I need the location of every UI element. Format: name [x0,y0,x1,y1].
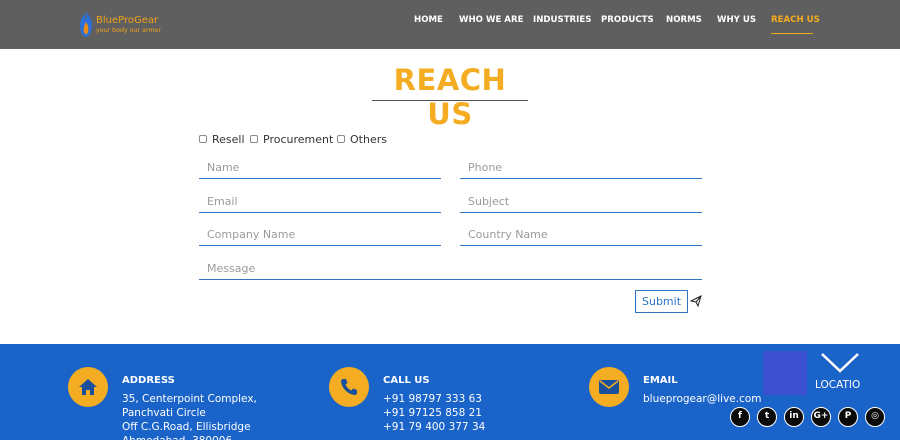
checkbox-label: Procurement [263,132,334,146]
country-name-field[interactable]: Country Name [460,224,702,246]
location-panel[interactable] [763,351,807,395]
phone-icon [341,379,357,395]
nav-home[interactable]: HOME [414,15,443,25]
address-line: 35, Centerpoint Complex, [122,393,257,405]
submit-button[interactable]: Submit [635,290,688,313]
call-title: CALL US [383,375,430,386]
nav-norms[interactable]: NORMS [666,15,702,25]
checkbox-resell[interactable]: Resell [199,132,245,146]
nav-who-we-are[interactable]: WHO WE ARE [459,15,523,25]
nav-industries[interactable]: INDUSTRIES [533,15,591,25]
message-field[interactable]: Message [199,258,702,280]
subject-field[interactable]: Subject [460,191,702,213]
title-divider [372,100,528,101]
address-badge [68,367,108,407]
email-badge [589,367,629,407]
envelope-icon [599,380,619,394]
nav-products[interactable]: PRODUCTS [601,15,654,25]
checkbox-box[interactable] [250,135,258,143]
google-plus-icon[interactable]: G+ [811,407,831,427]
email-address[interactable]: blueprogear@live.com [643,393,762,405]
nav-why-us[interactable]: WHY US [717,15,756,25]
checkbox-label: Resell [212,132,245,146]
location-label[interactable]: LOCATIO [815,379,860,391]
phone-number[interactable]: +91 97125 858 21 [383,407,482,419]
company-name-field[interactable]: Company Name [199,224,441,246]
linkedin-icon[interactable]: in [784,407,804,427]
address-line: Off C.G.Road, Ellisbridge [122,421,251,433]
name-field[interactable]: Name [199,157,441,179]
pinterest-icon[interactable]: P [838,407,858,427]
twitter-icon[interactable]: t [757,407,777,427]
checkbox-procurement[interactable]: Procurement [250,132,334,146]
phone-number[interactable]: +91 98797 333 63 [383,393,482,405]
phone-field[interactable]: Phone [460,157,702,179]
brand-name: BlueProGear [96,15,159,26]
page-title: REACH US [393,63,507,131]
chevron-down-icon[interactable] [820,352,860,374]
flame-logo-icon [80,11,92,37]
top-navbar: BlueProGear your body our armor HOME WHO… [0,0,900,49]
brand-tagline: your body our armor [96,27,162,34]
checkbox-box[interactable] [199,135,207,143]
brand-logo[interactable]: BlueProGear your body our armor [78,10,188,40]
active-nav-underline [771,33,813,34]
call-badge [329,367,369,407]
address-title: ADDRESS [122,375,175,386]
checkbox-box[interactable] [337,135,345,143]
address-line: Ahmedabad, 380006 [122,435,233,447]
address-line: Panchvati Circle [122,407,206,419]
email-title: EMAIL [643,375,678,386]
nav-reach-us[interactable]: REACH US [771,15,820,25]
facebook-icon[interactable]: f [730,407,750,427]
home-icon [79,379,97,395]
instagram-icon[interactable]: ◎ [865,407,885,427]
checkbox-others[interactable]: Others [337,132,387,146]
email-field[interactable]: Email [199,191,441,213]
phone-number[interactable]: +91 79 400 377 34 [383,421,485,433]
paper-plane-icon[interactable] [690,295,702,307]
checkbox-label: Others [350,132,387,146]
